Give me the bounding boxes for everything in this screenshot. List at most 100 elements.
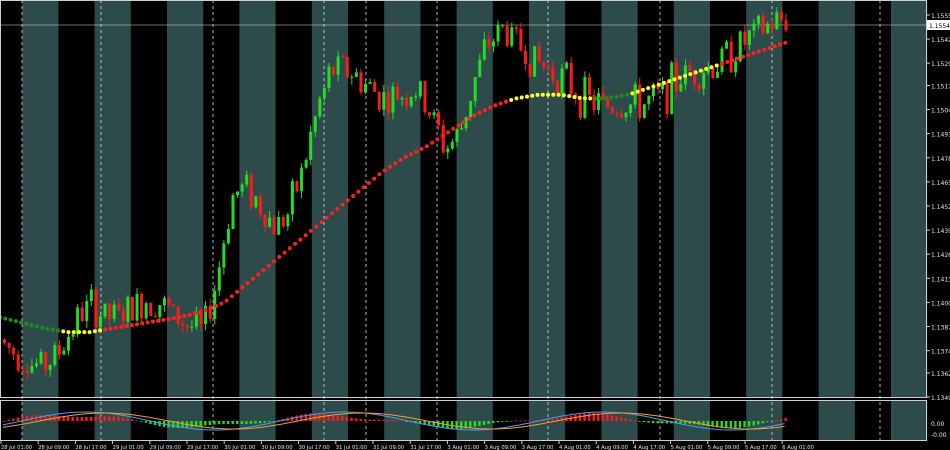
candle-body[interactable] bbox=[533, 46, 537, 77]
candle-body[interactable] bbox=[386, 91, 390, 113]
candle-body[interactable] bbox=[130, 297, 134, 321]
candle-body[interactable] bbox=[34, 363, 38, 367]
candle-body[interactable] bbox=[428, 112, 432, 116]
candle-body[interactable] bbox=[21, 370, 25, 372]
candle-body[interactable] bbox=[121, 309, 125, 322]
candle-body[interactable] bbox=[53, 345, 57, 365]
candle-body[interactable] bbox=[313, 116, 317, 132]
candle-body[interactable] bbox=[350, 76, 354, 78]
candle-body[interactable] bbox=[108, 303, 112, 319]
price-chart[interactable]: 1.1349 1.1362 1.1374 1.1387 1.1400 1.1413 1.14… bbox=[0, 0, 950, 450]
candle-body[interactable] bbox=[391, 86, 395, 113]
candle-body[interactable] bbox=[117, 304, 121, 310]
candle-body[interactable] bbox=[423, 81, 427, 113]
candle-body[interactable] bbox=[409, 97, 413, 106]
candle-body[interactable] bbox=[560, 68, 564, 94]
candle-body[interactable] bbox=[519, 29, 523, 51]
candle-body[interactable] bbox=[272, 217, 276, 235]
candle-body[interactable] bbox=[482, 39, 486, 60]
candle-body[interactable] bbox=[153, 316, 157, 318]
candle-body[interactable] bbox=[775, 12, 779, 30]
candle-body[interactable] bbox=[162, 298, 166, 306]
candle-body[interactable] bbox=[405, 97, 409, 106]
candle-body[interactable] bbox=[112, 304, 116, 319]
candle-body[interactable] bbox=[140, 294, 144, 319]
candle-body[interactable] bbox=[432, 112, 436, 116]
candle-body[interactable] bbox=[752, 23, 756, 31]
candle-body[interactable] bbox=[578, 97, 582, 118]
candle-body[interactable] bbox=[638, 84, 642, 118]
candle-body[interactable] bbox=[126, 297, 130, 322]
candle-body[interactable] bbox=[702, 72, 706, 89]
candle-body[interactable] bbox=[336, 56, 340, 75]
candle-body[interactable] bbox=[469, 101, 473, 118]
candle-body[interactable] bbox=[368, 82, 372, 84]
candle-body[interactable] bbox=[373, 82, 377, 92]
candle-body[interactable] bbox=[523, 50, 527, 64]
candle-body[interactable] bbox=[71, 334, 75, 337]
candle-body[interactable] bbox=[16, 354, 20, 371]
candle-body[interactable] bbox=[254, 196, 258, 208]
candle-body[interactable] bbox=[647, 96, 651, 105]
candle-body[interactable] bbox=[514, 27, 518, 30]
candle-body[interactable] bbox=[734, 61, 738, 73]
candle-body[interactable] bbox=[80, 307, 84, 321]
candle-body[interactable] bbox=[48, 364, 52, 370]
candle-body[interactable] bbox=[94, 289, 98, 328]
candle-body[interactable] bbox=[181, 323, 185, 326]
candle-body[interactable] bbox=[268, 217, 272, 227]
candle-body[interactable] bbox=[587, 76, 591, 95]
candle-body[interactable] bbox=[98, 316, 102, 328]
candle-body[interactable] bbox=[555, 80, 559, 94]
candle-body[interactable] bbox=[281, 217, 285, 227]
candle-body[interactable] bbox=[460, 128, 463, 130]
candle-body[interactable] bbox=[39, 352, 43, 364]
candle-body[interactable] bbox=[396, 86, 400, 100]
candle-body[interactable] bbox=[437, 112, 441, 125]
candle-body[interactable] bbox=[624, 112, 628, 118]
candle-body[interactable] bbox=[473, 76, 477, 102]
candle-body[interactable] bbox=[761, 15, 765, 34]
candle-body[interactable] bbox=[185, 325, 189, 328]
candle-body[interactable] bbox=[300, 167, 304, 192]
candle-body[interactable] bbox=[199, 313, 203, 324]
candle-body[interactable] bbox=[377, 91, 381, 110]
candle-body[interactable] bbox=[25, 371, 29, 373]
candle-body[interactable] bbox=[176, 306, 180, 324]
candle-body[interactable] bbox=[144, 303, 148, 319]
candle-body[interactable] bbox=[446, 148, 450, 153]
candle-body[interactable] bbox=[172, 304, 176, 307]
candle-body[interactable] bbox=[729, 41, 733, 73]
candle-body[interactable] bbox=[784, 20, 788, 31]
candle-body[interactable] bbox=[217, 267, 221, 291]
candle-body[interactable] bbox=[3, 339, 6, 343]
candle-body[interactable] bbox=[62, 350, 66, 355]
candle-body[interactable] bbox=[249, 174, 253, 208]
candle-body[interactable] bbox=[551, 67, 555, 81]
candle-body[interactable] bbox=[688, 65, 692, 71]
candle-body[interactable] bbox=[12, 347, 16, 355]
candle-body[interactable] bbox=[757, 15, 761, 24]
candle-body[interactable] bbox=[322, 87, 326, 99]
candle-body[interactable] bbox=[245, 174, 249, 185]
candle-body[interactable] bbox=[190, 326, 194, 328]
candle-body[interactable] bbox=[542, 61, 546, 68]
candle-body[interactable] bbox=[304, 159, 308, 168]
candle-body[interactable] bbox=[597, 93, 601, 111]
candle-body[interactable] bbox=[318, 98, 322, 117]
candle-body[interactable] bbox=[167, 298, 171, 305]
candle-body[interactable] bbox=[491, 41, 495, 47]
candle-body[interactable] bbox=[295, 181, 299, 192]
candle-body[interactable] bbox=[85, 301, 89, 321]
candle-body[interactable] bbox=[222, 243, 226, 268]
candle-body[interactable] bbox=[359, 72, 363, 93]
candle-body[interactable] bbox=[236, 191, 240, 196]
candle-body[interactable] bbox=[332, 66, 336, 75]
candle-body[interactable] bbox=[277, 217, 281, 235]
candle-body[interactable] bbox=[286, 214, 290, 227]
candle-body[interactable] bbox=[263, 214, 267, 227]
candle-body[interactable] bbox=[418, 81, 422, 97]
candle-body[interactable] bbox=[715, 71, 719, 79]
candle-body[interactable] bbox=[158, 305, 162, 318]
candle-body[interactable] bbox=[231, 195, 235, 229]
